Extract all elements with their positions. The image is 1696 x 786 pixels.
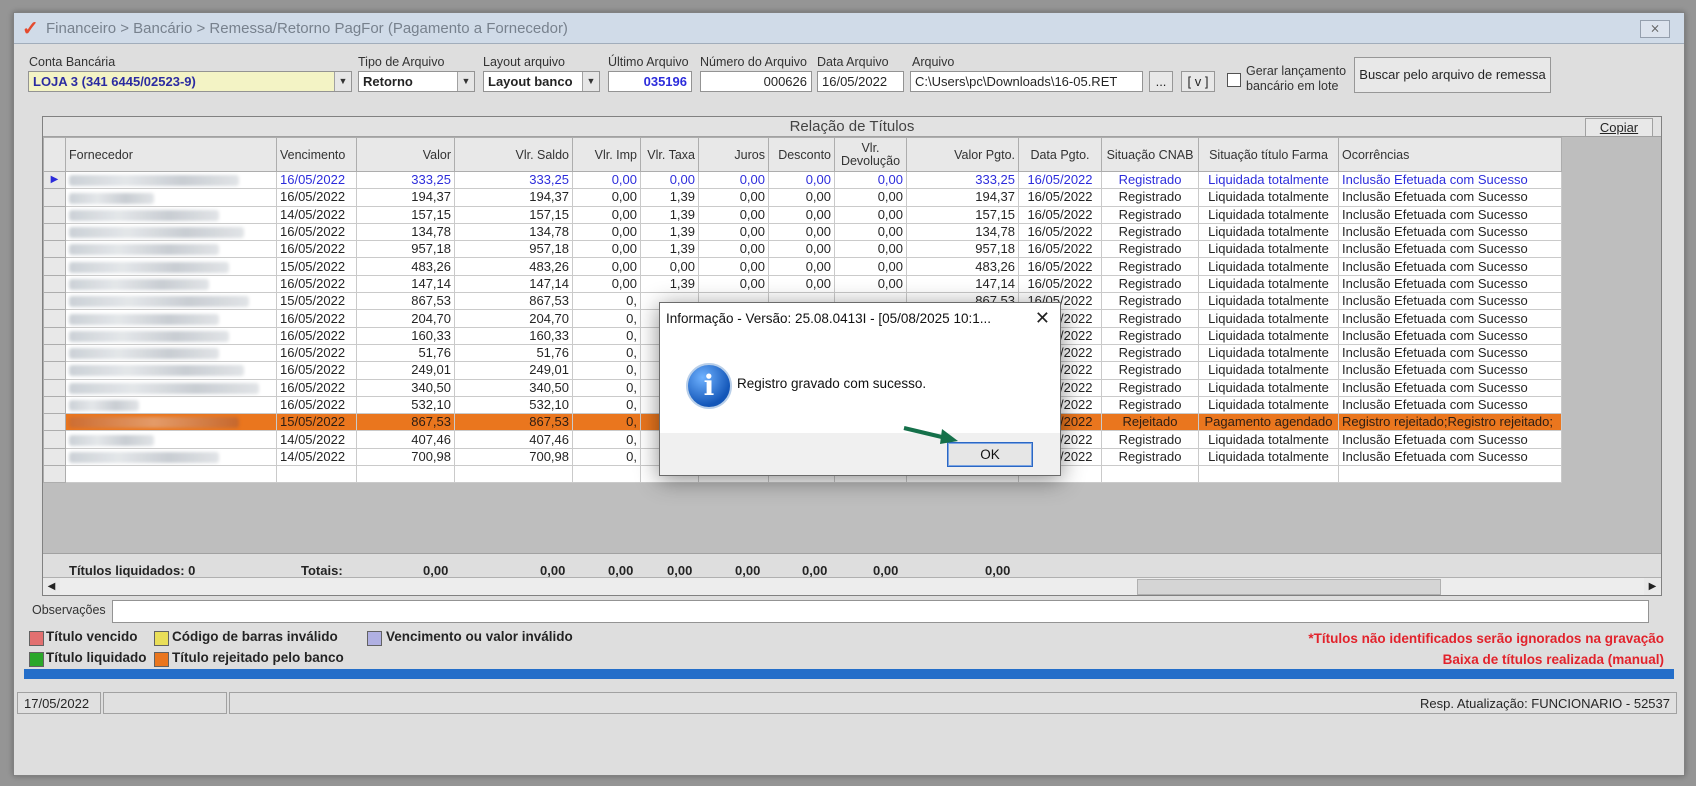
info-icon: i xyxy=(686,363,732,409)
ok-button[interactable]: OK xyxy=(947,442,1033,467)
close-icon[interactable]: ✕ xyxy=(1035,308,1050,329)
dialog-title: Informação - Versão: 25.08.0413I - [05/0… xyxy=(660,303,1060,334)
pointer-arrow-icon xyxy=(903,426,958,444)
dialog-message: Registro gravado com sucesso. xyxy=(737,376,927,391)
